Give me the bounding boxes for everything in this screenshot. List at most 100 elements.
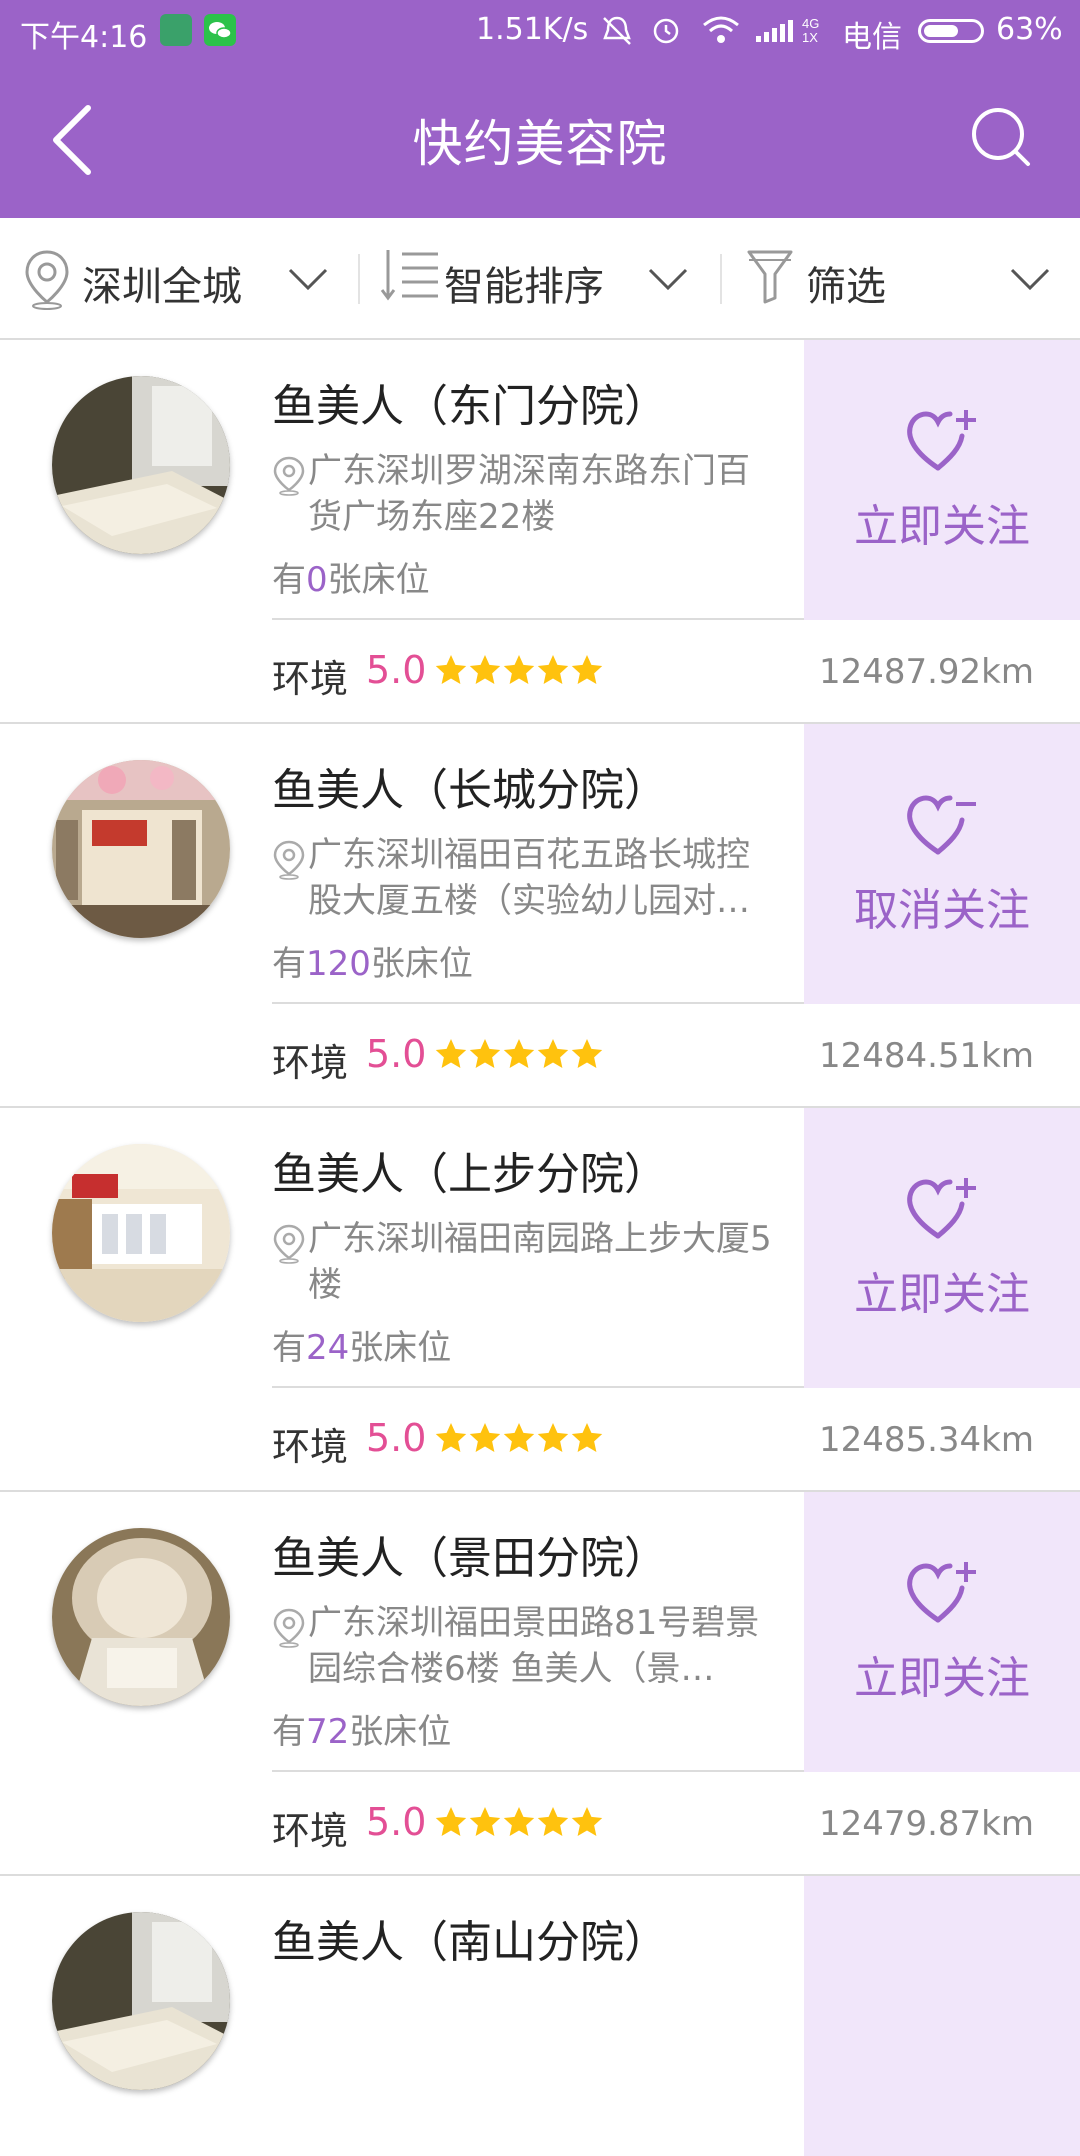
- env-score: 5.0: [366, 1416, 427, 1460]
- follow-label: 立即关注: [854, 1653, 1030, 1704]
- star-icon: [537, 1807, 569, 1836]
- heart-plus-icon: [907, 1178, 976, 1239]
- salon-beds: 有72张床位: [272, 1704, 451, 1753]
- beds-suffix: 张床位: [370, 944, 473, 984]
- card-divider: [272, 1770, 804, 1772]
- env-score: 5.0: [366, 1800, 427, 1844]
- star-icon: [537, 1423, 569, 1452]
- salon-distance: 12484.51km: [818, 1036, 1034, 1076]
- star-icon: [503, 655, 535, 684]
- env-label: 环境: [272, 1809, 349, 1853]
- title-bar: 快约美容院: [0, 60, 1080, 218]
- filter-more-label: 筛选: [806, 264, 886, 310]
- star-icon: [435, 1423, 467, 1452]
- page-title: 快约美容院: [412, 115, 668, 173]
- search-icon[interactable]: [968, 104, 1038, 174]
- salon-beds: 有120张床位: [272, 936, 473, 985]
- battery-percent: 63%: [996, 12, 1063, 47]
- filter-more[interactable]: 筛选: [722, 218, 1080, 338]
- unfollow-button[interactable]: 取消关注: [804, 724, 1080, 1004]
- beds-suffix: 张床位: [349, 1328, 452, 1368]
- star-icon: [469, 1039, 501, 1068]
- star-rating: [435, 1807, 603, 1836]
- star-icon: [503, 1807, 535, 1836]
- beds-prefix: 有: [272, 944, 306, 984]
- star-icon: [435, 1807, 467, 1836]
- alarm-icon: [653, 18, 679, 44]
- follow-button[interactable]: 立即关注: [804, 1108, 1080, 1388]
- beds-suffix: 张床位: [349, 1712, 452, 1752]
- heart-plus-icon: [907, 410, 976, 471]
- beds-count: 0: [306, 560, 328, 600]
- svg-text:4G: 4G: [802, 16, 819, 31]
- beds-count: 120: [306, 944, 371, 984]
- beds-prefix: 有: [272, 1328, 306, 1368]
- filter-bar: 深圳全城 智能排序 筛选: [0, 218, 1080, 340]
- sort-icon: [380, 250, 438, 301]
- star-icon: [469, 1423, 501, 1452]
- salon-card[interactable]: 鱼美人（东门分院） 广东深圳罗湖深南东路东门百货广场东座22楼 有0张床位 立即…: [0, 340, 1080, 724]
- salon-address-text: 广东深圳罗湖深南东路东门百货广场东座22楼: [308, 451, 750, 537]
- env-score: 5.0: [366, 1032, 427, 1076]
- salon-address: 广东深圳罗湖深南东路东门百货广场东座22楼: [272, 448, 782, 544]
- star-icon: [571, 1039, 603, 1068]
- star-icon: [435, 1039, 467, 1068]
- salon-list: 鱼美人（东门分院） 广东深圳罗湖深南东路东门百货广场东座22楼 有0张床位 立即…: [0, 340, 1080, 2156]
- salon-distance: 12479.87km: [818, 1804, 1034, 1844]
- star-icon: [571, 1423, 603, 1452]
- follow-label: 立即关注: [854, 501, 1030, 552]
- salon-name: 鱼美人（上步分院）: [272, 1149, 668, 1200]
- salon-photo: [52, 1144, 230, 1322]
- chevron-down-icon: [1010, 268, 1050, 291]
- salon-card[interactable]: 鱼美人（南山分院）: [0, 1876, 1080, 2156]
- filter-city-label: 深圳全城: [82, 264, 242, 310]
- follow-button[interactable]: 立即关注: [804, 340, 1080, 620]
- salon-photo: [52, 1528, 230, 1706]
- salon-card[interactable]: 鱼美人（长城分院） 广东深圳福田百花五路长城控股大厦五楼（实验幼儿园对… 有12…: [0, 724, 1080, 1108]
- heart-minus-icon: [907, 795, 976, 855]
- funnel-icon: [747, 250, 793, 304]
- salon-address-text: 广东深圳福田百花五路长城控股大厦五楼（实验幼儿园对…: [308, 835, 750, 921]
- beds-prefix: 有: [272, 560, 306, 600]
- star-icon: [469, 655, 501, 684]
- env-label: 环境: [272, 1425, 349, 1469]
- star-icon: [503, 1039, 535, 1068]
- follow-label: 立即关注: [854, 1269, 1030, 1320]
- shield-app-icon: [160, 14, 192, 46]
- location-pin-icon: [25, 250, 69, 310]
- card-divider: [272, 1002, 804, 1004]
- location-pin-icon: [273, 840, 305, 880]
- card-divider: [272, 1386, 804, 1388]
- filter-sort-label: 智能排序: [444, 264, 604, 310]
- star-icon: [537, 1039, 569, 1068]
- cell-signal-icon: 4G 1X: [756, 16, 819, 45]
- beds-suffix: 张床位: [327, 560, 430, 600]
- filter-city[interactable]: 深圳全城: [0, 218, 358, 338]
- follow-button[interactable]: [804, 1876, 1080, 2156]
- star-icon: [537, 655, 569, 684]
- follow-button[interactable]: 立即关注: [804, 1492, 1080, 1772]
- env-label: 环境: [272, 657, 349, 701]
- salon-name: 鱼美人（长城分院）: [272, 765, 668, 816]
- heart-plus-icon: [907, 1562, 976, 1623]
- salon-name: 鱼美人（东门分院）: [272, 381, 668, 432]
- salon-address: 广东深圳福田景田路81号碧景园综合楼6楼 鱼美人（景…: [272, 1600, 782, 1696]
- salon-card[interactable]: 鱼美人（景田分院） 广东深圳福田景田路81号碧景园综合楼6楼 鱼美人（景… 有7…: [0, 1492, 1080, 1876]
- salon-address-text: 广东深圳福田南园路上步大厦5楼: [308, 1219, 772, 1305]
- follow-label: 取消关注: [854, 885, 1030, 936]
- star-icon: [503, 1423, 535, 1452]
- network-speed: 1.51K/s: [476, 12, 589, 47]
- mute-bell-icon: [603, 16, 631, 45]
- chevron-down-icon: [288, 268, 328, 291]
- status-bar: 下午4:16 1.51K/s 4G 1X 电信 63%: [0, 0, 1080, 60]
- chevron-down-icon: [648, 268, 688, 291]
- star-icon: [435, 655, 467, 684]
- svg-text:1X: 1X: [802, 30, 818, 45]
- star-rating: [435, 1039, 603, 1068]
- salon-address-text: 广东深圳福田景田路81号碧景园综合楼6楼 鱼美人（景…: [308, 1603, 760, 1689]
- wifi-icon: [703, 16, 739, 43]
- salon-card[interactable]: 鱼美人（上步分院） 广东深圳福田南园路上步大厦5楼 有24张床位 立即关注 环境…: [0, 1108, 1080, 1492]
- star-icon: [469, 1807, 501, 1836]
- filter-sort[interactable]: 智能排序: [360, 218, 720, 338]
- wechat-icon: [204, 14, 236, 46]
